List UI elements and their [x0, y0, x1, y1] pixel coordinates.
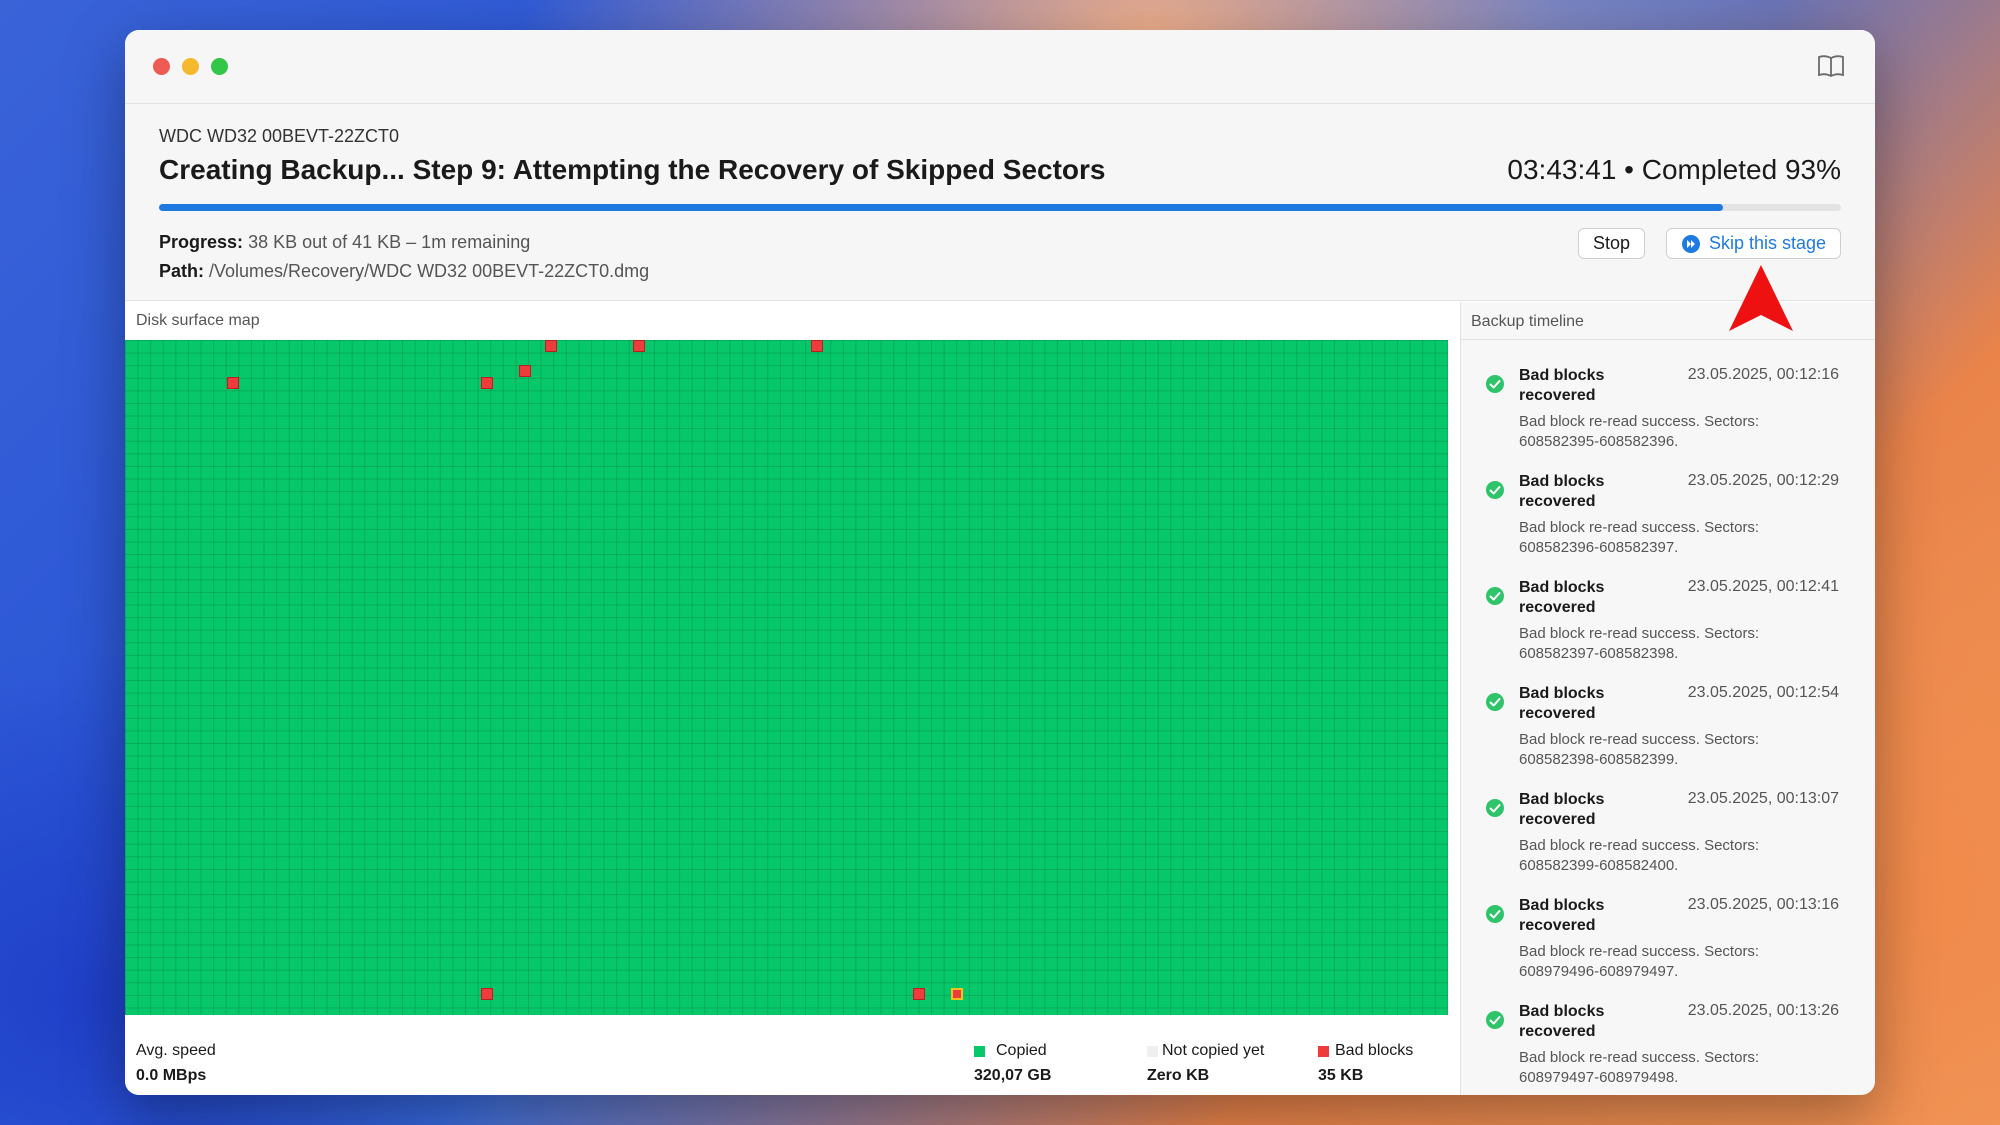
not-copied-swatch: [1147, 1046, 1158, 1057]
skip-forward-icon: [1681, 234, 1700, 253]
timeline-item-title: Bad blocks recovered: [1519, 1003, 1605, 1040]
path-row: Path: /Volumes/Recovery/WDC WD32 00BEVT-…: [159, 257, 649, 286]
zoom-icon[interactable]: [211, 58, 228, 75]
timeline-item-time: 23.05.2025, 00:12:54: [1687, 684, 1839, 701]
backup-header: WDC WD32 00BEVT-22ZCT0 Creating Backup..…: [125, 104, 1875, 301]
timeline-item-title: Bad blocks recovered: [1519, 367, 1605, 404]
timeline-item-time: 23.05.2025, 00:13:16: [1687, 896, 1839, 913]
timeline-item-desc: Bad block re-read success. Sectors: 6085…: [1519, 837, 1760, 874]
bad-block: [545, 340, 557, 352]
skip-stage-button[interactable]: Skip this stage: [1665, 228, 1841, 259]
main-content: Disk surface map Avg. speed 0.0 MBps Cop…: [125, 302, 1875, 1095]
timeline-item[interactable]: Bad blocks recovered 23.05.2025, 00:12:41…: [1461, 578, 1875, 684]
path-label: Path:: [159, 261, 204, 281]
close-icon[interactable]: [153, 58, 170, 75]
avg-speed-label: Avg. speed: [136, 1042, 216, 1059]
bad-block: [481, 988, 493, 1000]
timeline-item-desc: Bad block re-read success. Sectors: 6085…: [1519, 519, 1760, 556]
timeline-item[interactable]: Bad blocks recovered 23.05.2025, 00:12:16…: [1461, 366, 1875, 472]
titlebar: [125, 30, 1875, 104]
surface-grid: [125, 340, 1448, 1015]
check-circle-icon: [1486, 693, 1504, 711]
check-circle-icon: [1486, 375, 1504, 393]
legend-copied-label: Copied: [996, 1042, 1047, 1059]
timeline-item-desc: Bad block re-read success. Sectors: 6085…: [1519, 731, 1760, 768]
timeline-item-title: Bad blocks recovered: [1519, 473, 1605, 510]
red-arrow-annotation: [1729, 265, 1793, 331]
app-window: WDC WD32 00BEVT-22ZCT0 Creating Backup..…: [125, 30, 1875, 1095]
timeline-item-desc: Bad block re-read success. Sectors: 6085…: [1519, 625, 1760, 662]
stop-button-label: Stop: [1592, 233, 1630, 253]
timeline-item-desc: Bad block re-read success. Sectors: 6089…: [1519, 943, 1760, 980]
check-circle-icon: [1486, 1011, 1504, 1029]
bad-block: [811, 340, 823, 352]
timeline-item-title: Bad blocks recovered: [1519, 791, 1605, 828]
map-stats: Avg. speed 0.0 MBps Copied 320,07 GB Not…: [125, 1015, 1460, 1095]
skip-stage-label: Skip this stage: [1708, 233, 1826, 253]
timeline-item[interactable]: Bad blocks recovered 23.05.2025, 00:13:16…: [1461, 896, 1875, 1002]
backup-timeline[interactable]: Backup timeline Bad blocks recovered 23.0…: [1461, 302, 1875, 1095]
backup-info: Progress: 38 KB out of 41 KB – 1m remain…: [159, 228, 649, 286]
timeline-item-time: 23.05.2025, 00:12:16: [1687, 366, 1839, 383]
bad-block-current: [951, 988, 963, 1000]
legend-not-copied-label: Not copied yet: [1162, 1042, 1265, 1059]
copied-swatch: [974, 1046, 985, 1057]
avg-speed-value: 0.0 MBps: [136, 1067, 207, 1084]
check-circle-icon: [1486, 481, 1504, 499]
timeline-item-title: Bad blocks recovered: [1519, 579, 1605, 616]
page-title: Creating Backup... Step 9: Attempting th…: [159, 154, 1106, 185]
timeline-item-time: 23.05.2025, 00:13:07: [1687, 790, 1839, 807]
legend-bad-blocks-label: Bad blocks: [1335, 1042, 1414, 1059]
legend-copied-value: 320,07 GB: [974, 1067, 1052, 1084]
timeline-item-time: 23.05.2025, 00:12:41: [1687, 578, 1839, 595]
bad-block: [633, 340, 645, 352]
timeline-item[interactable]: Bad blocks recovered 23.05.2025, 00:13:07…: [1461, 790, 1875, 896]
progress-row: Progress: 38 KB out of 41 KB – 1m remain…: [159, 228, 649, 257]
check-circle-icon: [1486, 799, 1504, 817]
book-icon[interactable]: [1817, 54, 1845, 78]
stop-button[interactable]: Stop: [1577, 228, 1645, 259]
disk-surface-map: Disk surface map Avg. speed 0.0 MBps Cop…: [125, 302, 1460, 1095]
timeline-item-title: Bad blocks recovered: [1519, 685, 1605, 722]
timeline-item[interactable]: Bad blocks recovered 23.05.2025, 00:12:29…: [1461, 472, 1875, 578]
timeline-item-time: 23.05.2025, 00:13:26: [1687, 1002, 1839, 1019]
timeline-item[interactable]: Bad blocks recovered 23.05.2025, 00:12:54…: [1461, 684, 1875, 790]
timeline-item-title: Bad blocks recovered: [1519, 897, 1605, 934]
legend-bad-blocks-value: 35 KB: [1318, 1067, 1364, 1084]
progress-fill: [159, 204, 1724, 211]
map-label: Disk surface map: [136, 312, 260, 329]
timeline-item[interactable]: Bad blocks recovered 23.05.2025, 00:13:26…: [1461, 1002, 1875, 1095]
timeline-item-desc: Bad block re-read success. Sectors: 6085…: [1519, 413, 1760, 450]
timeline-label: Backup timeline: [1461, 302, 1875, 340]
legend-not-copied-value: Zero KB: [1147, 1067, 1210, 1084]
bad-blocks-swatch: [1318, 1046, 1329, 1057]
progress-value: 38 KB out of 41 KB – 1m remaining: [248, 232, 531, 252]
timeline-item-desc: Bad block re-read success. Sectors: 6089…: [1519, 1049, 1760, 1086]
bad-block: [227, 377, 239, 389]
bad-block: [481, 377, 493, 389]
window-controls: [153, 58, 228, 75]
bad-block: [913, 988, 925, 1000]
check-circle-icon: [1486, 905, 1504, 923]
progress-label: Progress:: [159, 232, 244, 252]
progress-bar: [159, 204, 1841, 211]
bad-block: [519, 365, 531, 377]
check-circle-icon: [1486, 587, 1504, 605]
device-name: WDC WD32 00BEVT-22ZCT0: [159, 126, 400, 146]
minimize-icon[interactable]: [182, 58, 199, 75]
path-value: /Volumes/Recovery/WDC WD32 00BEVT-22ZCT0…: [209, 261, 650, 281]
timeline-item-time: 23.05.2025, 00:12:29: [1687, 472, 1839, 489]
completion-status: 03:43:41 • Completed 93%: [1507, 154, 1841, 185]
